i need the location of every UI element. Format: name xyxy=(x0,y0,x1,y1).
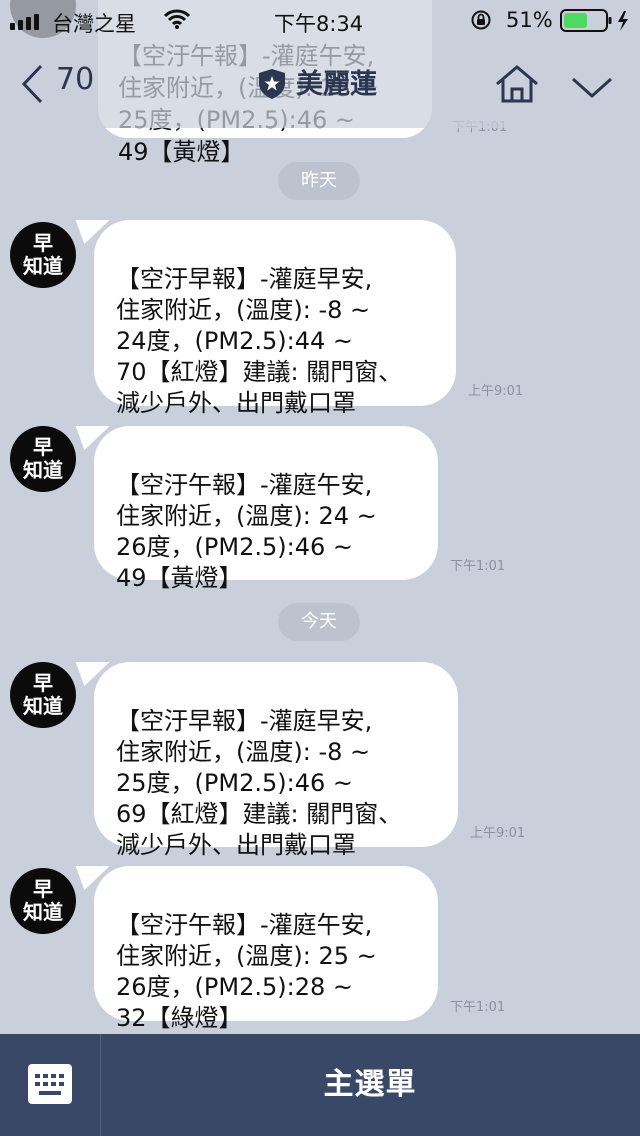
avatar-label: 早 知道 xyxy=(23,877,63,924)
message-bubble[interactable]: 【空汙午報】-灌庭午安, 住家附近，(溫度): 25 ~ 26度，(PM2.5)… xyxy=(94,866,438,1032)
chevron-down-icon[interactable] xyxy=(570,76,614,100)
message-time: 下午1:01 xyxy=(450,559,506,574)
message-text: 【空汙早報】-灌庭早安, 住家附近，(溫度): -8 ~ 25度，(PM2.5)… xyxy=(116,707,403,859)
nav-bar: 70 美麗蓮 xyxy=(0,40,640,128)
chat-title: 美麗蓮 xyxy=(296,69,377,100)
message-text: 【空汙午報】-灌庭午安, 住家附近，(溫度): 25 ~ 26度，(PM2.5)… xyxy=(116,911,377,1032)
message-bubble[interactable]: 【空汙早報】-灌庭早安, 住家附近，(溫度): -8 ~ 24度，(PM2.5)… xyxy=(94,220,456,417)
bottom-bar: 主選單 xyxy=(0,1034,640,1136)
date-separator: 昨天 xyxy=(278,162,360,200)
message-time: 上午9:01 xyxy=(470,826,526,841)
message-time: 上午9:01 xyxy=(468,384,524,399)
message-time: 下午1:01 xyxy=(450,1000,506,1015)
wifi-icon xyxy=(164,9,190,29)
battery-icon xyxy=(560,9,628,32)
avatar-label: 早 知道 xyxy=(23,671,63,718)
main-menu-button[interactable]: 主選單 xyxy=(100,1034,640,1136)
message-text: 【空汙午報】-灌庭午安, 住家附近，(溫度): 24 ~ 26度，(PM2.5)… xyxy=(116,471,377,592)
rotation-lock-icon xyxy=(471,10,491,30)
avatar-label: 早 知道 xyxy=(23,231,63,278)
clock: 下午8:34 xyxy=(274,12,364,36)
official-badge-icon xyxy=(259,69,285,99)
date-separator: 今天 xyxy=(278,603,360,641)
message-text: 【空汙早報】-灌庭早安, 住家附近，(溫度): -8 ~ 24度，(PM2.5)… xyxy=(116,265,403,417)
sender-avatar[interactable]: 早 知道 xyxy=(10,426,76,492)
sender-avatar[interactable]: 早 知道 xyxy=(10,222,76,288)
message-bubble[interactable]: 【空汙午報】-灌庭午安, 住家附近，(溫度): 24 ~ 26度，(PM2.5)… xyxy=(94,426,438,592)
battery-percent: 51% xyxy=(506,8,553,32)
avatar-label: 早 知道 xyxy=(23,435,63,482)
message-bubble[interactable]: 【空汙早報】-灌庭早安, 住家附近，(溫度): -8 ~ 25度，(PM2.5)… xyxy=(94,662,458,859)
keyboard-icon[interactable] xyxy=(28,1064,72,1104)
back-button-count[interactable]: 70 xyxy=(56,62,94,97)
home-icon[interactable] xyxy=(494,64,540,104)
status-bar: 台灣之星 下午8:34 51% xyxy=(0,0,640,40)
carrier-name: 台灣之星 xyxy=(52,12,136,36)
chat-area[interactable]: 【空汙午報】-灌庭午安, 住家附近，(溫度): 23 ~ 25度，(PM2.5)… xyxy=(0,0,640,1034)
sender-avatar[interactable]: 早 知道 xyxy=(10,868,76,934)
back-chevron-icon[interactable] xyxy=(20,64,44,104)
signal-icon xyxy=(10,14,39,30)
sender-avatar[interactable]: 早 知道 xyxy=(10,662,76,728)
